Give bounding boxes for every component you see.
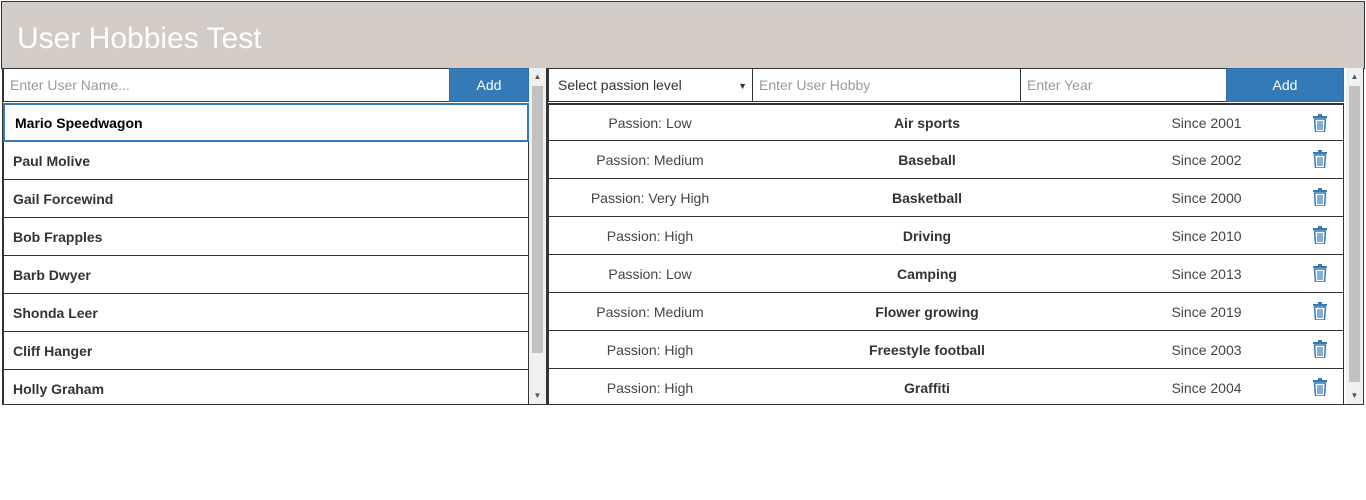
hobby-name: Basketball [891, 189, 963, 206]
hobby-passion: Passion: Medium [596, 151, 704, 168]
hobby-passion: Passion: High [606, 341, 694, 358]
trash-icon[interactable] [1313, 340, 1327, 359]
hobby-since: Since 2001 [1171, 114, 1242, 131]
user-name-label: Bob Frapples [13, 228, 103, 245]
passion-level-select-value: Select passion level [558, 77, 682, 93]
user-list-item[interactable]: Bob Frapples [3, 218, 529, 256]
hobby-passion: Passion: Medium [596, 303, 704, 320]
scroll-up-arrow-icon[interactable]: ▲ [1346, 68, 1363, 85]
hobby-input-row: Select passion level ▼ Add [548, 68, 1344, 102]
trash-icon[interactable] [1313, 188, 1327, 207]
hobby-name: Graffiti [904, 379, 950, 396]
user-name-label: Cliff Hanger [13, 342, 93, 359]
passion-level-select[interactable]: Select passion level ▼ [548, 68, 752, 102]
page-title: User Hobbies Test [17, 22, 262, 55]
hobby-list-item: Passion: High Freestyle football Since 200… [548, 331, 1344, 369]
hobby-since: Since 2002 [1171, 151, 1242, 168]
user-list-item[interactable]: Barb Dwyer [3, 256, 529, 294]
add-user-button[interactable]: Add [449, 68, 529, 102]
trash-icon[interactable] [1313, 226, 1327, 245]
hobby-list-item: Passion: Medium Baseball Since 2002 [548, 141, 1344, 179]
user-list-item[interactable]: Gail Forcewind [3, 180, 529, 218]
user-list-scrollbar[interactable]: ▲ ▼ [529, 68, 546, 404]
trash-icon[interactable] [1313, 114, 1327, 133]
user-list: Mario Speedwagon Paul Molive Gail Forcewin… [3, 103, 529, 404]
user-name-input[interactable] [3, 68, 449, 102]
trash-icon[interactable] [1313, 264, 1327, 283]
hobby-list-item: Passion: Medium Flower growing Since 2019 [548, 293, 1344, 331]
app: User Hobbies Test Add Mario Speedwagon Pa… [0, 0, 1366, 500]
user-name-label: Gail Forcewind [13, 190, 114, 207]
hobby-passion: Passion: Low [608, 114, 692, 131]
hobby-list-item: Passion: Low Air sports Since 2001 [548, 103, 1344, 141]
user-name-label: Barb Dwyer [13, 266, 91, 283]
hobby-since: Since 2019 [1171, 303, 1242, 320]
hobby-list-item: Passion: Very High Basketball Since 2000 [548, 179, 1344, 217]
hobby-since: Since 2004 [1171, 379, 1242, 396]
add-hobby-button[interactable]: Add [1226, 68, 1344, 102]
user-list-item[interactable]: Cliff Hanger [3, 332, 529, 370]
hobby-since: Since 2000 [1171, 189, 1242, 206]
scrollbar-thumb[interactable] [532, 86, 543, 353]
user-name-label: Shonda Leer [13, 304, 98, 321]
trash-icon[interactable] [1313, 302, 1327, 321]
hobby-passion: Passion: Low [608, 265, 692, 282]
scroll-up-arrow-icon[interactable]: ▲ [529, 68, 546, 85]
user-name-label: Holly Graham [13, 380, 105, 397]
user-name-label: Mario Speedwagon [15, 114, 143, 131]
user-list-item[interactable]: Shonda Leer [3, 294, 529, 332]
scroll-down-arrow-icon[interactable]: ▼ [1346, 387, 1363, 404]
trash-icon[interactable] [1313, 150, 1327, 169]
hobby-list-item: Passion: High Driving Since 2010 [548, 217, 1344, 255]
scroll-down-arrow-icon[interactable]: ▼ [529, 387, 546, 404]
hobby-passion: Passion: Very High [590, 189, 710, 206]
hobby-since: Since 2010 [1171, 227, 1242, 244]
hobby-list-scrollbar[interactable]: ▲ ▼ [1346, 68, 1363, 404]
hobby-since: Since 2013 [1171, 265, 1242, 282]
hobby-name: Freestyle football [869, 341, 985, 358]
user-list-item[interactable]: Mario Speedwagon [3, 103, 529, 142]
users-panel: Add Mario Speedwagon Paul Molive Gail Forc… [2, 68, 547, 405]
hobby-passion: Passion: High [606, 227, 694, 244]
hobby-name: Baseball [898, 151, 956, 168]
hobby-list-item: Passion: High Graffiti Since 2004 [548, 369, 1344, 404]
hobby-name: Air sports [893, 114, 961, 131]
year-input[interactable] [1020, 68, 1226, 102]
hobby-input[interactable] [752, 68, 1020, 102]
user-list-item[interactable]: Paul Molive [3, 142, 529, 180]
hobby-name: Camping [897, 265, 957, 282]
header: User Hobbies Test [1, 1, 1365, 69]
chevron-down-icon: ▼ [738, 81, 747, 91]
user-list-item[interactable]: Holly Graham [3, 370, 529, 404]
hobby-name: Driving [902, 227, 952, 244]
user-name-label: Paul Molive [13, 152, 91, 169]
hobby-name: Flower growing [875, 303, 979, 320]
hobby-since: Since 2003 [1171, 341, 1242, 358]
scrollbar-thumb[interactable] [1349, 86, 1360, 382]
trash-icon[interactable] [1313, 378, 1327, 397]
hobby-passion: Passion: High [606, 379, 694, 396]
user-input-row: Add [3, 68, 529, 102]
hobbies-panel: Select passion level ▼ Add Passion: Low A… [547, 68, 1364, 405]
hobby-list: Passion: Low Air sports Since 2001 Passion:… [548, 103, 1344, 404]
hobby-list-item: Passion: Low Camping Since 2013 [548, 255, 1344, 293]
